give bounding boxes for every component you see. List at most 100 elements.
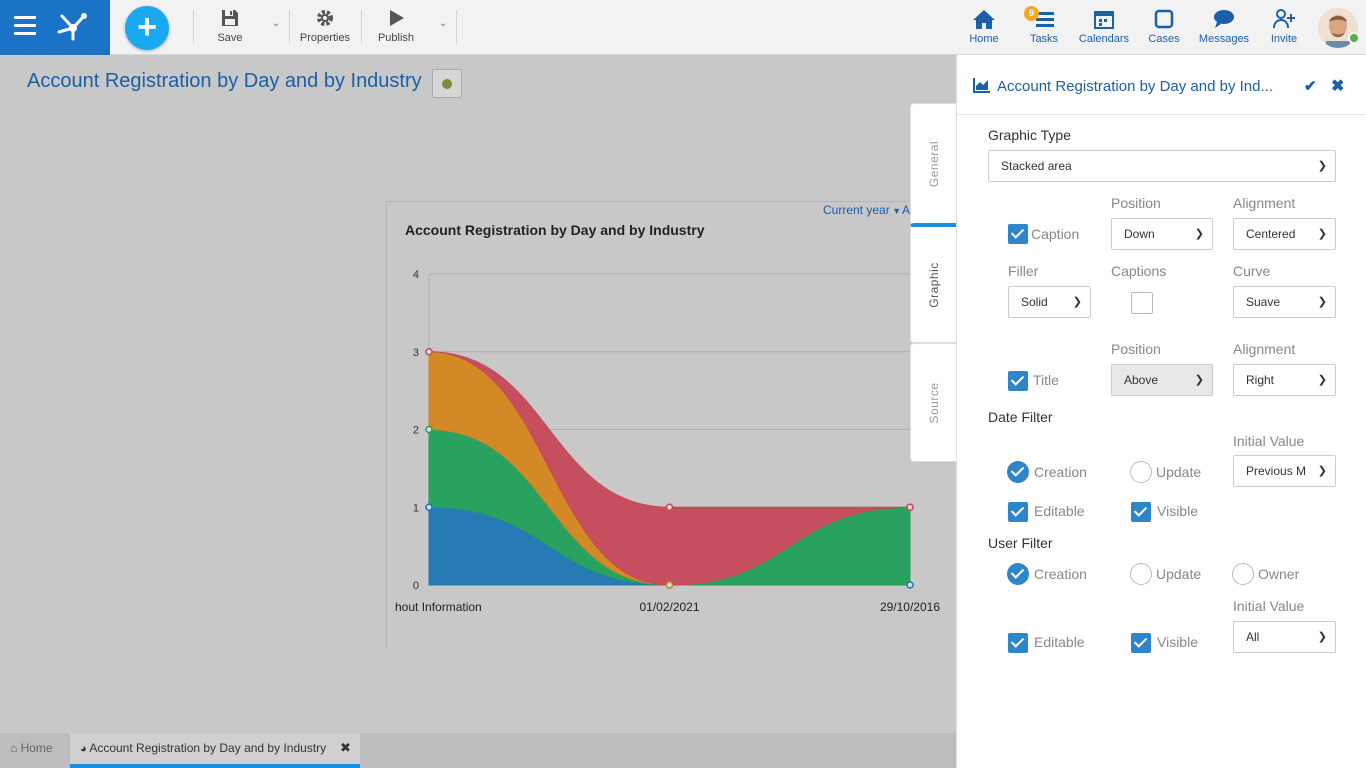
add-new-button[interactable]: + (125, 6, 169, 50)
user-update-radio[interactable] (1130, 563, 1152, 585)
user-owner-radio[interactable] (1232, 563, 1254, 585)
online-status-indicator (1348, 32, 1360, 44)
title-alignment-select[interactable]: Right ❯ (1233, 364, 1336, 396)
stacked-area-chart: 0 1 2 3 4 hout Information 01/02/2021 29/10/201… (395, 269, 940, 614)
curve-select[interactable]: Suave ❯ (1233, 286, 1336, 318)
date-initial-value: Previous M (1246, 464, 1307, 478)
nav-home[interactable]: Home (968, 8, 1000, 45)
tab-graphic-label: Graphic (926, 261, 941, 308)
captions-label: Captions (1111, 263, 1167, 279)
close-icon[interactable]: ✖ (1331, 76, 1344, 96)
title-checkbox[interactable] (1008, 371, 1028, 391)
publish-label: Publish (377, 32, 415, 44)
caption-position-select[interactable]: Down ❯ (1111, 218, 1213, 250)
toolbar-divider (456, 10, 457, 44)
nav-cases-label: Cases (1148, 33, 1180, 45)
nav-invite[interactable]: Invite (1268, 8, 1300, 45)
data-point (906, 581, 914, 589)
nav-calendars-label: Calendars (1078, 33, 1130, 45)
bottom-tab-active[interactable]: ◕ Account Registration by Day and by Ind… (70, 733, 360, 768)
nav-cases[interactable]: Cases (1147, 8, 1181, 45)
data-point (425, 425, 433, 434)
tab-source[interactable]: Source (910, 343, 956, 462)
date-creation-label: Creation (1034, 464, 1087, 480)
confirm-check-icon[interactable]: ✔ (1304, 77, 1317, 95)
data-point (665, 503, 674, 511)
captions-checkbox[interactable] (1131, 292, 1153, 314)
user-owner-label: Owner (1258, 566, 1300, 582)
caption-alignment-select[interactable]: Centered ❯ (1233, 218, 1336, 250)
nav-calendars[interactable]: Calendars (1078, 8, 1130, 45)
nav-invite-label: Invite (1270, 33, 1298, 45)
hamburger-menu-icon[interactable] (14, 16, 36, 38)
period-filter-dropdown[interactable]: Current year ▼ (823, 203, 901, 217)
secondary-filter[interactable]: A (902, 203, 910, 217)
chevron-down-icon: ❯ (1317, 631, 1327, 643)
curve-label: Curve (1233, 263, 1271, 279)
title-position-value: Above (1124, 373, 1159, 387)
user-initial-value-select[interactable]: All ❯ (1233, 621, 1336, 653)
page-title: Account Registration by Day and by Indus… (27, 70, 422, 92)
chevron-down-icon: ❯ (1072, 296, 1082, 308)
date-creation-radio[interactable] (1007, 461, 1029, 483)
chevron-down-icon: ▼ (889, 206, 902, 216)
chevron-down-icon: ❯ (1194, 374, 1204, 386)
data-point (665, 581, 674, 589)
save-dropdown-chevron-icon[interactable]: ⌄ (272, 18, 280, 29)
panel-title: Account Registration by Day and by Ind..… (997, 78, 1273, 95)
user-visible-checkbox[interactable] (1131, 633, 1151, 653)
caption-checkbox[interactable] (1008, 224, 1028, 244)
period-filter-label: Current year (823, 203, 890, 217)
save-icon (222, 10, 238, 26)
tab-general[interactable]: General (910, 103, 956, 225)
graphic-type-value: Stacked area (1001, 159, 1072, 173)
bottom-tab-active-label: Account Registration by Day and by Indus… (89, 741, 327, 755)
x-tick-label: 01/02/2021 (639, 600, 699, 614)
data-point (906, 503, 914, 511)
pie-chart-icon: ◕ (80, 743, 87, 755)
save-label: Save (217, 32, 243, 44)
properties-panel: Account Registration by Day and by Ind..… (956, 55, 1366, 768)
brand-area (0, 0, 110, 55)
chevron-down-icon: ❯ (1314, 456, 1327, 486)
play-icon (390, 10, 404, 26)
date-editable-checkbox[interactable] (1008, 502, 1028, 522)
user-creation-radio[interactable] (1007, 563, 1029, 585)
tab-source-label: Source (926, 381, 941, 424)
close-tab-icon[interactable]: ✖ (340, 740, 351, 756)
data-point (425, 348, 433, 356)
date-initial-value-select[interactable]: Previous M ❯ (1233, 455, 1336, 487)
title-position-label: Position (1111, 341, 1161, 357)
cases-icon (1154, 9, 1174, 29)
publish-button[interactable]: Publish (376, 8, 416, 44)
caption-position-label: Position (1111, 195, 1161, 211)
graphic-type-select[interactable]: Stacked area ❯ (988, 150, 1336, 182)
publish-dropdown-chevron-icon[interactable]: ⌄ (439, 18, 447, 29)
properties-button[interactable]: Properties (298, 8, 352, 44)
chevron-down-icon: ❯ (1317, 160, 1327, 172)
chart-title: Account Registration by Day and by Indus… (405, 222, 705, 238)
nav-messages[interactable]: Messages (1198, 8, 1250, 45)
status-toggle-button[interactable] (432, 69, 462, 98)
filler-select[interactable]: Solid ❯ (1008, 286, 1091, 318)
date-update-label: Update (1156, 464, 1202, 480)
tab-graphic[interactable]: Graphic (910, 223, 956, 343)
date-visible-checkbox[interactable] (1131, 502, 1151, 522)
save-button[interactable]: Save (216, 8, 244, 44)
y-tick-label: 1 (413, 502, 419, 514)
user-filter-label: User Filter (988, 535, 1053, 551)
home-icon: ⌂ (10, 741, 18, 755)
x-tick-label: hout Information (395, 600, 482, 614)
bottom-tab-home[interactable]: ⌂ Home (0, 733, 68, 768)
logo-icon (57, 13, 87, 41)
title-position-select[interactable]: Above ❯ (1111, 364, 1213, 396)
user-initial-value: All (1246, 630, 1260, 644)
nav-tasks[interactable]: 9 Tasks (1024, 6, 1060, 45)
caption-alignment-label: Alignment (1233, 195, 1296, 211)
user-editable-checkbox[interactable] (1008, 633, 1028, 653)
chevron-down-icon: ❯ (1317, 374, 1327, 386)
date-visible-label: Visible (1157, 503, 1198, 519)
x-tick-label: 29/10/2016 (880, 600, 940, 614)
panel-header: Account Registration by Day and by Ind..… (957, 55, 1366, 115)
date-update-radio[interactable] (1130, 461, 1152, 483)
